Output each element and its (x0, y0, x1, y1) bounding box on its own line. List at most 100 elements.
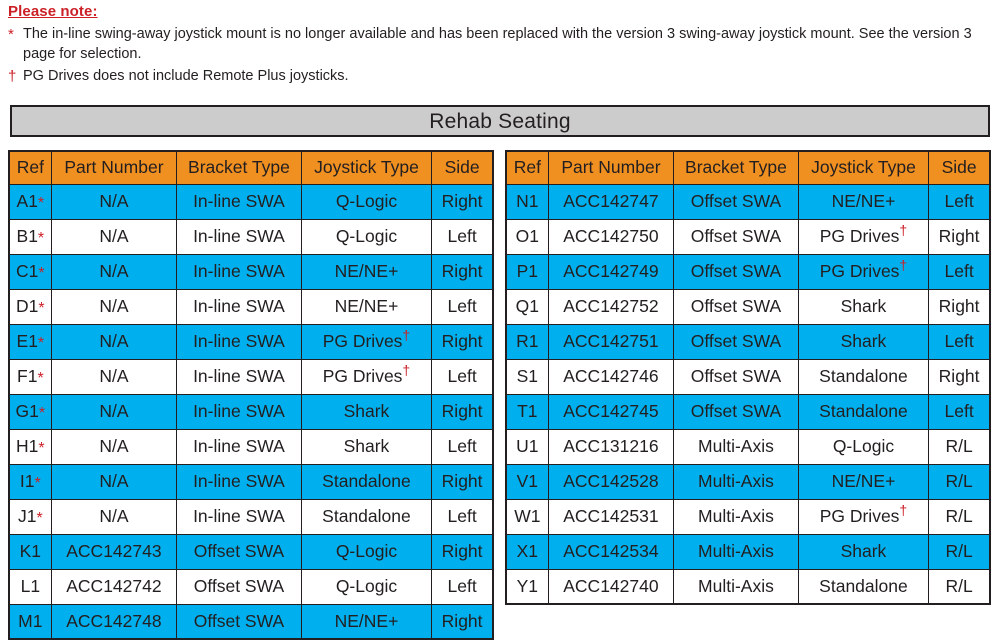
cell-ref-text: W1 (514, 506, 541, 526)
cell-joystick: PG Drives† (300, 358, 433, 395)
cell-side: Left (928, 323, 991, 360)
table-row: B1* N/A In-line SWA Q-Logic Left (8, 218, 494, 255)
cell-joystick-text: Shark (840, 331, 887, 351)
cell-side-text: Right (441, 401, 483, 421)
cell-ref: P1 (505, 253, 549, 290)
table-header-right: Ref Part Number Bracket Type Joystick Ty… (505, 150, 991, 185)
dagger-marker: † (8, 68, 17, 85)
cell-side: Right (928, 288, 991, 325)
cell-ref-text: G1 (15, 401, 39, 421)
cell-bracket-text: In-line SWA (193, 436, 285, 456)
cell-bracket: In-line SWA (176, 498, 302, 535)
table-row: K1 ACC142743 Offset SWA Q-Logic Right (8, 533, 494, 570)
table-row: N1 ACC142747 Offset SWA NE/NE+ Left (505, 183, 991, 220)
cell-side-text: Right (441, 261, 483, 281)
cell-part: ACC142531 (547, 498, 675, 535)
cell-ref-text: Y1 (516, 575, 539, 596)
cell-ref: U1 (505, 428, 549, 465)
cell-joystick: NE/NE+ (797, 183, 930, 220)
cell-joystick-text: Shark (840, 296, 887, 316)
cell-part: N/A (50, 498, 178, 535)
table-row: C1* N/A In-line SWA NE/NE+ Right (8, 253, 494, 290)
cell-joystick-text: Standalone (322, 506, 411, 526)
cell-ref: X1 (505, 533, 549, 570)
cell-side: Left (431, 358, 494, 395)
cell-part-text: N/A (99, 366, 129, 386)
cell-side-text: R/L (945, 471, 973, 491)
cell-ref: M1 (8, 603, 52, 640)
cell-ref: W1 (505, 498, 549, 535)
cell-ref-text: O1 (515, 226, 540, 246)
cell-bracket: Offset SWA (673, 183, 799, 220)
asterisk-marker: * (37, 335, 45, 352)
cell-bracket: In-line SWA (176, 463, 302, 500)
cell-bracket-text: In-line SWA (193, 296, 285, 316)
cell-ref-text: P1 (516, 261, 539, 281)
cell-side-text: Left (447, 226, 477, 246)
cell-part-text: N/A (99, 261, 129, 281)
cell-joystick: NE/NE+ (300, 288, 433, 325)
cell-ref: N1 (505, 183, 549, 220)
table-row: A1* N/A In-line SWA Q-Logic Right (8, 183, 494, 220)
cell-ref: J1* (8, 498, 52, 535)
asterisk-marker: * (37, 370, 44, 387)
cell-part: N/A (50, 323, 178, 360)
cell-joystick-text: Q-Logic (335, 541, 398, 561)
cell-joystick-text: Standalone (322, 471, 411, 491)
column-header-joystick: Joystick Type (300, 150, 433, 185)
cell-joystick-text: Q-Logic (335, 576, 398, 596)
cell-ref-text: F1 (17, 366, 38, 386)
cell-side: R/L (928, 498, 991, 535)
cell-side: Left (431, 288, 494, 325)
cell-bracket: In-line SWA (176, 183, 302, 220)
cell-joystick: PG Drives† (797, 498, 930, 535)
cell-bracket-text: In-line SWA (193, 506, 285, 526)
please-note-block: Please note: * The in-line swing-away joy… (8, 2, 983, 90)
cell-ref: T1 (505, 393, 549, 430)
cell-joystick-text: PG Drives (322, 331, 403, 351)
cell-joystick-text: NE/NE+ (334, 296, 399, 316)
cell-joystick: Standalone (797, 393, 930, 430)
cell-joystick: Standalone (300, 463, 433, 500)
table-row: F1* N/A In-line SWA PG Drives† Left (8, 358, 494, 395)
table-row: O1 ACC142750 Offset SWA PG Drives† Right (505, 218, 991, 255)
cell-part: ACC142750 (547, 218, 675, 255)
cell-bracket: Offset SWA (673, 393, 799, 430)
table-row: M1 ACC142748 Offset SWA NE/NE+ Right (8, 603, 494, 640)
cell-ref-text: E1 (16, 331, 38, 351)
cell-part-text: ACC142740 (563, 575, 659, 596)
cell-joystick: Q-Logic (797, 428, 930, 465)
cell-joystick-text: Shark (343, 401, 390, 421)
cell-bracket: Offset SWA (673, 218, 799, 255)
cell-side-text: Right (441, 331, 483, 351)
cell-bracket-text: In-line SWA (193, 401, 285, 421)
cell-bracket-text: In-line SWA (193, 331, 285, 351)
table-header-left: Ref Part Number Bracket Type Joystick Ty… (8, 150, 494, 185)
cell-joystick-text: NE/NE+ (334, 261, 399, 281)
cell-side: Left (431, 428, 494, 465)
cell-side: Right (928, 218, 991, 255)
cell-joystick: Standalone (797, 358, 930, 395)
cell-joystick: Q-Logic (300, 218, 433, 255)
dagger-marker: † (899, 502, 908, 519)
note-text: The in-line swing-away joystick mount is… (23, 26, 972, 62)
cell-joystick: Shark (797, 288, 930, 325)
cell-side-text: Right (441, 191, 483, 211)
cell-part-text: ACC142748 (66, 610, 162, 631)
asterisk-marker: * (38, 440, 45, 457)
cell-side: Left (431, 218, 494, 255)
column-header-bracket: Bracket Type (176, 150, 302, 185)
header-row: Ref Part Number Bracket Type Joystick Ty… (505, 150, 991, 185)
cell-side-text: Left (447, 366, 477, 386)
cell-ref: L1 (8, 568, 52, 605)
cell-part: N/A (50, 183, 178, 220)
table-row: L1 ACC142742 Offset SWA Q-Logic Left (8, 568, 494, 605)
cell-side: R/L (928, 428, 991, 465)
cell-part-text: ACC142747 (563, 191, 659, 211)
cell-joystick: Standalone (300, 498, 433, 535)
cell-bracket-text: Offset SWA (690, 366, 782, 386)
cell-joystick-text: Standalone (819, 575, 908, 596)
cell-part: N/A (50, 218, 178, 255)
table-row: I1* N/A In-line SWA Standalone Right (8, 463, 494, 500)
cell-part: N/A (50, 253, 178, 290)
